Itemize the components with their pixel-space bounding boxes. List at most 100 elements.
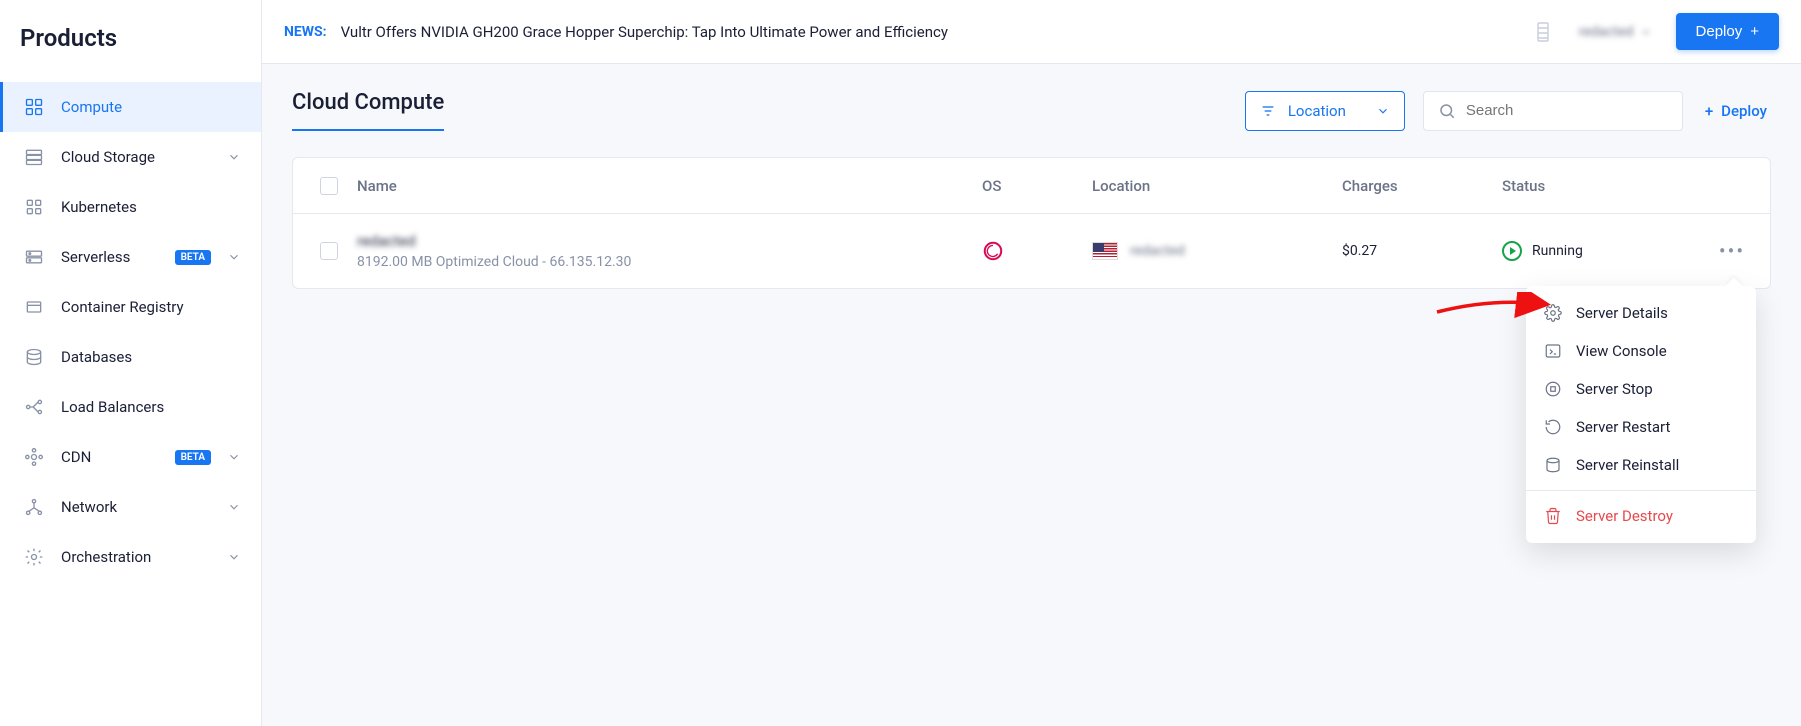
chevron-down-icon [1376,104,1390,118]
running-icon [1502,241,1522,261]
instance-status: Running [1502,241,1702,261]
sidebar-item-label: Container Registry [61,298,241,316]
gear-icon [1544,304,1562,322]
table-row[interactable]: redacted 8192.00 MB Optimized Cloud - 66… [293,214,1770,288]
console-icon [1544,342,1562,360]
sidebar-item-label: Serverless [61,248,155,266]
sidebar-item-label: Load Balancers [61,398,241,416]
restart-icon [1544,418,1562,436]
sidebar-item-cdn[interactable]: CDN BETA [0,432,261,482]
col-os: OS [982,177,1092,195]
col-status: Status [1502,177,1702,195]
deploy-button[interactable]: Deploy + [1676,13,1779,50]
sidebar-title: Products [0,0,261,82]
col-name: Name [357,177,982,195]
menu-separator [1526,490,1756,491]
news-text: Vultr Offers NVIDIA GH200 Grace Hopper S… [341,23,948,41]
table-header: Name OS Location Charges Status [293,158,1770,214]
user-menu[interactable]: redacted [1579,24,1652,40]
stop-icon [1544,380,1562,398]
menu-server-details[interactable]: Server Details [1526,294,1756,332]
cdn-icon [23,446,45,468]
kubernetes-icon [23,196,45,218]
more-icon: ••• [1719,239,1745,263]
sidebar-item-label: CDN [61,448,155,466]
menu-item-label: Server Reinstall [1576,456,1679,474]
chevron-down-icon [227,250,241,264]
sidebar-item-network[interactable]: Network [0,482,261,532]
filter-label: Location [1288,102,1364,120]
menu-server-stop[interactable]: Server Stop [1526,370,1756,408]
col-location: Location [1092,177,1342,195]
menu-item-label: Server Restart [1576,418,1670,436]
loadbalancers-icon [23,396,45,418]
news-label: NEWS: [284,24,327,40]
orchestration-icon [23,546,45,568]
sidebar-item-orchestration[interactable]: Orchestration [0,532,261,582]
news-banner[interactable]: NEWS: Vultr Offers NVIDIA GH200 Grace Ho… [284,23,1519,41]
sidebar-item-kubernetes[interactable]: Kubernetes [0,182,261,232]
deploy-link[interactable]: + Deploy [1701,92,1771,130]
chevron-down-icon [227,550,241,564]
trash-icon [1544,507,1562,525]
sidebar-item-databases[interactable]: Databases [0,332,261,382]
chevron-down-icon [227,150,241,164]
sidebar-item-load-balancers[interactable]: Load Balancers [0,382,261,432]
reinstall-icon [1544,456,1562,474]
menu-item-label: Server Details [1576,304,1668,322]
menu-item-label: View Console [1576,342,1667,360]
topbar: NEWS: Vultr Offers NVIDIA GH200 Grace Ho… [262,0,1801,64]
filter-icon [1260,103,1276,119]
menu-server-restart[interactable]: Server Restart [1526,408,1756,446]
chevron-down-icon [227,450,241,464]
select-all-checkbox[interactable] [320,177,338,195]
plus-icon: + [1750,23,1759,40]
location-text: redacted [1130,243,1185,259]
user-name: redacted [1579,24,1634,40]
sidebar-item-label: Databases [61,348,241,366]
instances-table: Name OS Location Charges Status redacted… [292,157,1771,289]
menu-server-reinstall[interactable]: Server Reinstall [1526,446,1756,484]
beta-badge: BETA [175,450,211,465]
menu-server-destroy[interactable]: Server Destroy [1526,497,1756,535]
sidebar-item-container-registry[interactable]: Container Registry [0,282,261,332]
sidebar-item-cloud-storage[interactable]: Cloud Storage [0,132,261,182]
chevron-down-icon [227,500,241,514]
sidebar-item-label: Compute [61,98,241,116]
search-box[interactable] [1423,91,1683,131]
content: Cloud Compute Location [262,64,1801,315]
sidebar-item-compute[interactable]: Compute [0,82,261,132]
instance-subtitle: 8192.00 MB Optimized Cloud - 66.135.12.3… [357,254,982,270]
search-input[interactable] [1466,102,1668,119]
sidebar-item-label: Kubernetes [61,198,241,216]
menu-item-label: Server Stop [1576,380,1653,398]
instance-location: redacted [1092,242,1342,260]
sidebar-item-serverless[interactable]: Serverless BETA [0,232,261,282]
page-title: Cloud Compute [292,90,444,131]
sidebar-item-label: Orchestration [61,548,211,566]
instance-os [982,240,1092,262]
deploy-link-label: Deploy [1721,102,1767,120]
location-filter[interactable]: Location [1245,91,1405,131]
instance-charges: $0.27 [1342,243,1502,259]
row-actions-menu: Server Details View Console [1526,286,1756,543]
row-checkbox[interactable] [320,242,338,260]
databases-icon [23,346,45,368]
menu-item-label: Server Destroy [1576,507,1673,525]
plus-icon: + [1705,102,1713,120]
row-actions-button[interactable]: ••• [1702,239,1762,263]
sidebar-item-label: Network [61,498,211,516]
status-text: Running [1532,243,1583,259]
page-header: Cloud Compute Location [292,90,1771,131]
rack-icon[interactable] [1531,20,1555,44]
col-charges: Charges [1342,177,1502,195]
instance-name: redacted [357,232,416,250]
us-flag-icon [1092,242,1118,260]
menu-view-console[interactable]: View Console [1526,332,1756,370]
sidebar: Products Compute Cloud Storage [0,0,262,726]
sidebar-items: Compute Cloud Storage Kubernetes [0,82,261,582]
search-icon [1438,102,1456,120]
storage-icon [23,146,45,168]
deploy-button-label: Deploy [1696,23,1743,40]
beta-badge: BETA [175,250,211,265]
